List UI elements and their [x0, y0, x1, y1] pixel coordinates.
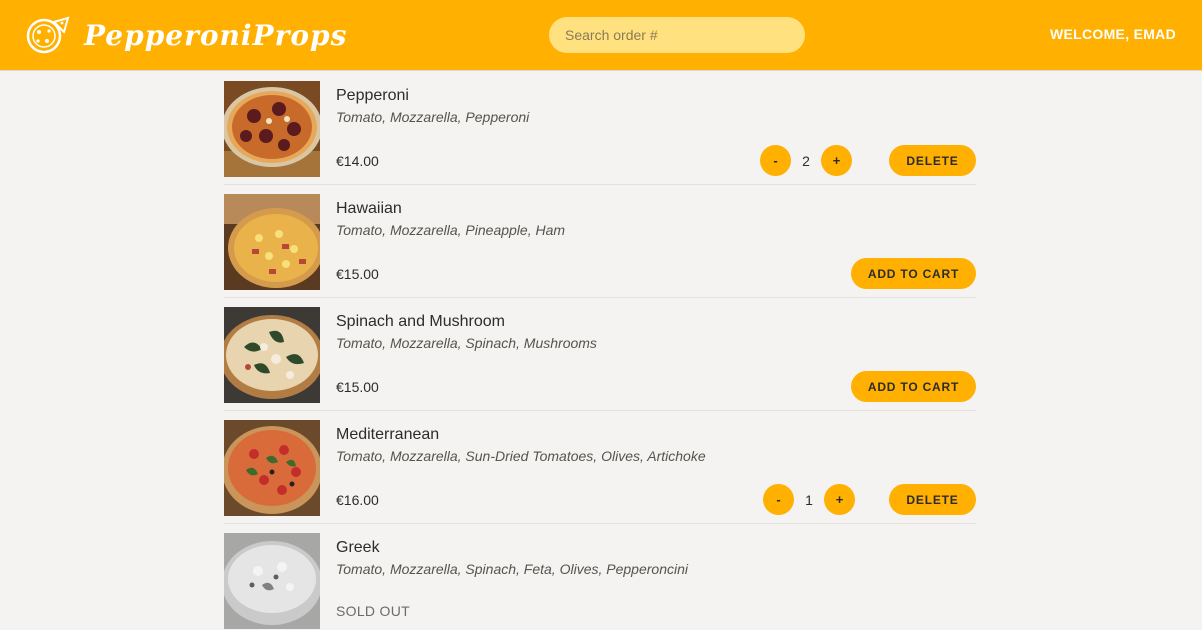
pizza-price: €15.00 [336, 379, 379, 395]
greek-pizza-icon [224, 533, 320, 629]
decrease-quantity-button[interactable]: - [760, 145, 791, 176]
pizza-name: Greek [336, 539, 380, 556]
menu-item-hawaiian: Hawaiian Tomato, Mozzarella, Pineapple, … [224, 185, 976, 298]
sold-out-label: SOLD OUT [336, 603, 410, 619]
pizza-price: €14.00 [336, 153, 379, 169]
pizza-name: Spinach and Mushroom [336, 313, 505, 330]
brand-name: PepperoniProps [84, 18, 348, 52]
add-to-cart-button[interactable]: ADD TO CART [851, 258, 976, 289]
decrease-quantity-button[interactable]: - [763, 484, 794, 515]
increase-quantity-button[interactable]: + [821, 145, 852, 176]
pizza-image [224, 533, 320, 629]
search-order-input[interactable] [549, 17, 805, 53]
pizza-logo-icon [26, 16, 70, 54]
pizza-ingredients: Tomato, Mozzarella, Spinach, Mushrooms [336, 335, 597, 351]
quantity-stepper: - 2 + [760, 145, 852, 176]
pizza-price: €16.00 [336, 492, 379, 508]
pizza-ingredients: Tomato, Mozzarella, Pineapple, Ham [336, 222, 566, 238]
menu-item-pepperoni: Pepperoni Tomato, Mozzarella, Pepperoni … [224, 72, 976, 185]
mediterranean-pizza-icon [224, 420, 320, 516]
top-bar: PepperoniProps WELCOME, EMAD [0, 0, 1202, 71]
quantity-stepper: - 1 + [763, 484, 855, 515]
delete-button[interactable]: DELETE [889, 145, 976, 176]
increase-quantity-button[interactable]: + [824, 484, 855, 515]
add-to-cart-button[interactable]: ADD TO CART [851, 371, 976, 402]
quantity-value: 1 [805, 491, 813, 508]
pizza-image [224, 194, 320, 290]
pizza-image [224, 307, 320, 403]
pepperoni-pizza-icon [224, 81, 320, 177]
quantity-value: 2 [802, 152, 810, 169]
menu-list: Pepperoni Tomato, Mozzarella, Pepperoni … [224, 72, 976, 630]
delete-button[interactable]: DELETE [889, 484, 976, 515]
pizza-price: €15.00 [336, 266, 379, 282]
menu-item-greek: Greek Tomato, Mozzarella, Spinach, Feta,… [224, 524, 976, 630]
pizza-ingredients: Tomato, Mozzarella, Sun-Dried Tomatoes, … [336, 448, 706, 464]
pizza-ingredients: Tomato, Mozzarella, Spinach, Feta, Olive… [336, 561, 688, 577]
pizza-name: Pepperoni [336, 87, 409, 104]
pizza-name: Hawaiian [336, 200, 402, 217]
menu-item-mediterranean: Mediterranean Tomato, Mozzarella, Sun-Dr… [224, 411, 976, 524]
welcome-user-label: WELCOME, EMAD [1049, 26, 1176, 42]
spinach-mushroom-pizza-icon [224, 307, 320, 403]
menu-item-spinach-and-mushroom: Spinach and Mushroom Tomato, Mozzarella,… [224, 298, 976, 411]
pizza-image [224, 420, 320, 516]
brand-logo[interactable]: PepperoniProps [24, 14, 347, 56]
hawaiian-pizza-icon [224, 194, 320, 290]
pizza-image [224, 81, 320, 177]
pizza-ingredients: Tomato, Mozzarella, Pepperoni [336, 109, 530, 125]
pizza-name: Mediterranean [336, 426, 440, 443]
